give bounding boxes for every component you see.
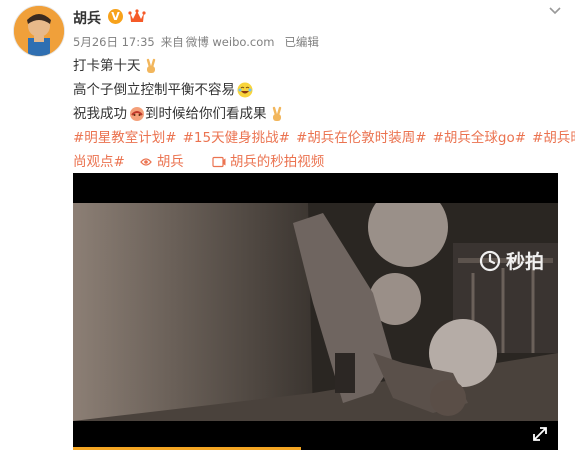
post-content: 打卡第十天 高个子倒立控制平衡不容易 祝我成功 到时候给你们看成果 #明星教室计… (73, 54, 575, 174)
miaopai-watermark: 秒拍 (478, 247, 544, 274)
verified-icon: V (108, 9, 123, 24)
content-line: 祝我成功 到时候给你们看成果 (73, 102, 568, 126)
topic-link[interactable]: #胡兵全球go# (433, 126, 526, 150)
video-icon (212, 156, 226, 168)
author-name[interactable]: 胡兵 (73, 8, 101, 28)
content-text: 到时候给你们看成果 (145, 106, 267, 122)
fullscreen-icon[interactable] (532, 426, 548, 442)
more-icon[interactable] (546, 4, 564, 18)
watermark-text: 秒拍 (505, 251, 544, 273)
video-thumbnail (73, 203, 558, 421)
video-player[interactable]: 秒拍 (73, 173, 558, 450)
avatar[interactable] (13, 5, 65, 57)
topic-link[interactable]: #15天健身挑战# (183, 126, 290, 150)
location-icon (139, 158, 152, 166)
post-source[interactable]: 微博 weibo.com (186, 35, 275, 49)
topic-link[interactable]: 尚观点# (73, 150, 125, 174)
content-text: 高个子倒立控制平衡不容易 (73, 82, 235, 98)
wish-emoji (130, 107, 144, 121)
video-frame[interactable]: 秒拍 (73, 203, 558, 421)
victory-hand-emoji (146, 58, 155, 73)
crown-icon (128, 9, 146, 22)
video-progress-bar[interactable] (73, 447, 301, 450)
edited-label[interactable]: 已编辑 (284, 35, 319, 49)
content-text: 祝我成功 (73, 106, 127, 122)
content-line: 高个子倒立控制平衡不容易 (73, 78, 568, 102)
video-link[interactable]: 胡兵的秒拍视频 (230, 150, 325, 174)
topic-link[interactable]: #明星教室计划# (73, 126, 177, 150)
topic-link[interactable]: #胡兵在伦敦时装周# (296, 126, 427, 150)
location-link[interactable]: 胡兵 (157, 150, 184, 174)
miaopai-logo-icon (479, 250, 501, 271)
victory-hand-emoji (272, 106, 281, 121)
topic-link[interactable]: #胡兵时 (532, 126, 575, 150)
topics-line: 尚观点# 胡兵 胡兵的秒拍视频 (73, 150, 568, 174)
content-line: 打卡第十天 (73, 54, 568, 78)
laugh-emoji (237, 82, 253, 98)
content-text: 打卡第十天 (73, 58, 141, 74)
post-meta: 5月26日 17:35 来自 微博 weibo.com 已编辑 (73, 34, 325, 50)
source-prefix: 来自 (160, 35, 184, 49)
topics-line: #明星教室计划# #15天健身挑战# #胡兵在伦敦时装周# #胡兵全球go# #… (73, 126, 575, 150)
post-timestamp[interactable]: 5月26日 17:35 (73, 35, 155, 49)
